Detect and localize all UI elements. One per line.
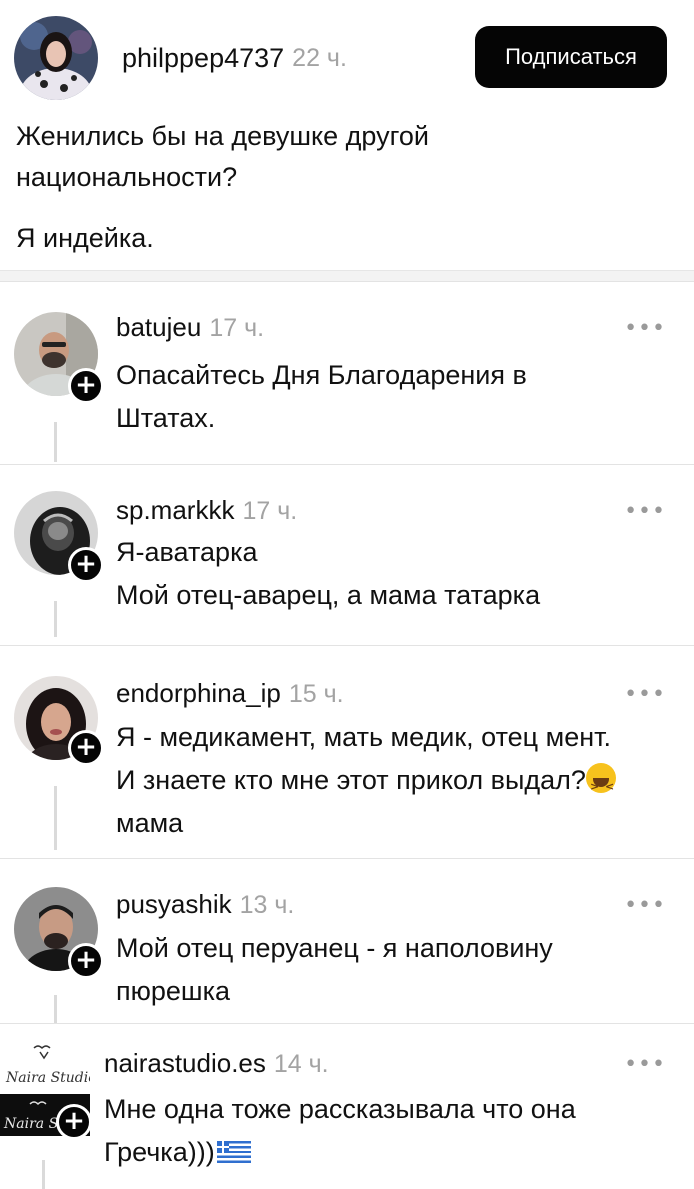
comment-text-line: Мне одна тоже рассказывала что она	[104, 1094, 576, 1124]
more-options-icon[interactable]: •••	[624, 682, 666, 707]
comment-text-line: пюрешка	[116, 976, 230, 1006]
comment-time: 14 ч.	[273, 1050, 329, 1078]
thread-line	[42, 1160, 45, 1189]
comment-text: Я - медикамент, мать медик, отец мент. И…	[116, 716, 616, 845]
comment-author-name[interactable]: pusyashik	[116, 889, 232, 919]
comment-text-line: Гречка)))	[104, 1137, 215, 1167]
comment-author[interactable]: batujeu 17 ч.	[116, 312, 264, 343]
more-options-icon[interactable]: •••	[624, 499, 666, 524]
follow-button[interactable]: Подписаться	[475, 26, 667, 88]
comment-time: 13 ч.	[239, 891, 295, 919]
comment-text: Я-аватарка Мой отец-аварец, а мама татар…	[116, 531, 540, 617]
comment: + sp.markkk 17 ч. ••• Я-аватарка Мой отец…	[0, 464, 694, 645]
comment-text-line: Мой отец-аварец, а мама татарка	[116, 580, 541, 610]
comment-text-line-with-emoji: И знаете кто мне этот прикол выдал?	[116, 759, 616, 808]
comment-author[interactable]: nairastudio.es 14 ч.	[104, 1048, 329, 1079]
thread-line	[54, 601, 57, 637]
post-question-line-2: национальности?	[16, 162, 238, 192]
comment-author-name[interactable]: nairastudio.es	[104, 1048, 266, 1078]
post-body: Женились бы на девушке другой национальн…	[16, 116, 656, 259]
comment-text-line: мама	[116, 808, 184, 838]
thread-line	[54, 422, 57, 462]
comment-time: 17 ч.	[242, 497, 298, 525]
post-author-name[interactable]: philppep4737	[122, 43, 284, 74]
thread-line	[54, 786, 57, 850]
comment-author[interactable]: sp.markkk 17 ч.	[116, 495, 297, 526]
comment-text-line: И знаете кто мне этот прикол выдал?	[116, 765, 586, 795]
comment-time: 17 ч.	[209, 314, 265, 342]
comment-text-line-with-emoji: Гречка)))	[104, 1131, 576, 1174]
comment: + pusyashik 13 ч. ••• Мой отец перуанец -…	[0, 858, 694, 1023]
more-options-icon[interactable]: •••	[624, 1052, 666, 1077]
comment-text-line: Я-аватарка	[116, 537, 258, 567]
comment-text-line: Мой отец перуанец - я наполовину	[116, 933, 553, 963]
comment-author[interactable]: endorphina_ip 15 ч.	[116, 678, 344, 709]
post: philppep4737 22 ч. Подписаться Женились …	[0, 0, 694, 271]
comment-time: 15 ч.	[288, 680, 344, 708]
post-author-avatar[interactable]	[14, 16, 98, 100]
thread-line	[54, 995, 57, 1023]
greece-flag-icon	[216, 1141, 251, 1163]
comment-text: Мой отец перуанец - я наполовину пюрешка	[116, 927, 553, 1013]
comment-author-name[interactable]: endorphina_ip	[116, 678, 281, 708]
follow-plus-button[interactable]: +	[68, 730, 104, 766]
laughing-face-emoji-icon	[585, 763, 616, 808]
comment-author-name[interactable]: batujeu	[116, 312, 201, 342]
follow-plus-button[interactable]: +	[68, 368, 104, 404]
follow-plus-button[interactable]: +	[68, 547, 104, 583]
comment-text-line: Штатах.	[116, 403, 216, 433]
comment-author[interactable]: pusyashik 13 ч.	[116, 889, 294, 920]
comment-text-line: Я - медикамент, мать медик, отец мент.	[116, 722, 611, 752]
post-answer: Я индейка.	[16, 223, 154, 253]
comment-text: Опасайтесь Дня Благодарения в Штатах.	[116, 354, 527, 440]
follow-plus-button[interactable]: +	[56, 1104, 92, 1140]
comment: Naira Studio Naira Studio + nairastudio.…	[0, 1023, 694, 1189]
comment-text-line: Опасайтесь Дня Благодарения в	[116, 360, 527, 390]
post-question-line-1: Женились бы на девушке другой	[16, 121, 429, 151]
post-header: philppep4737 22 ч.	[14, 14, 347, 102]
comment-author-name[interactable]: sp.markkk	[116, 495, 234, 525]
more-options-icon[interactable]: •••	[624, 316, 666, 341]
post-time: 22 ч.	[292, 43, 347, 72]
more-options-icon[interactable]: •••	[624, 893, 666, 918]
comment-text: Мне одна тоже рассказывала что она Гречк…	[104, 1088, 576, 1174]
comment: + batujeu 17 ч. ••• Опасайтесь Дня Благод…	[0, 281, 694, 464]
comment: + endorphina_ip 15 ч. ••• Я - медикамент,…	[0, 645, 694, 858]
brand-logo-text: Naira Studio	[5, 1070, 90, 1086]
follow-plus-button[interactable]: +	[68, 943, 104, 979]
